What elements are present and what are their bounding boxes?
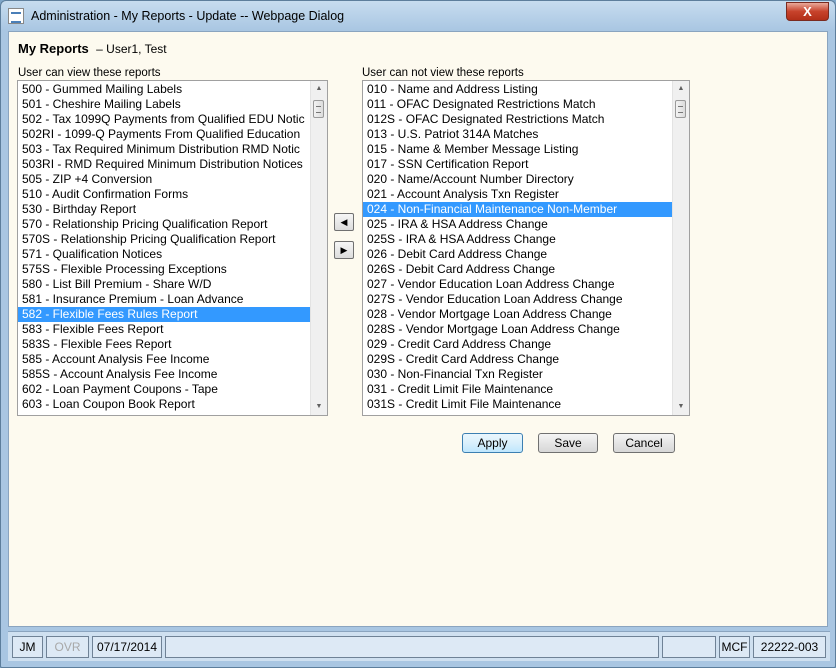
- not-viewable-reports-label: User can not view these reports: [362, 67, 524, 79]
- report-list-item[interactable]: 025S - IRA & HSA Address Change: [363, 232, 672, 247]
- status-bar: JM OVR 07/17/2014 MCF 22222-003: [8, 631, 830, 661]
- report-list-item[interactable]: 500 - Gummed Mailing Labels: [18, 82, 310, 97]
- scroll-thumb[interactable]: [313, 100, 324, 118]
- report-list-item[interactable]: 024 - Non-Financial Maintenance Non-Memb…: [363, 202, 672, 217]
- cancel-button[interactable]: Cancel: [613, 433, 675, 453]
- report-list-item[interactable]: 021 - Account Analysis Txn Register: [363, 187, 672, 202]
- viewable-reports-list[interactable]: 500 - Gummed Mailing Labels 501 - Cheshir…: [17, 80, 328, 416]
- window-title: Administration - My Reports - Update -- …: [31, 9, 345, 23]
- report-list-item[interactable]: 028 - Vendor Mortgage Loan Address Chang…: [363, 307, 672, 322]
- report-list-item[interactable]: 502RI - 1099-Q Payments From Qualified E…: [18, 127, 310, 142]
- report-list-item[interactable]: 030 - Non-Financial Txn Register: [363, 367, 672, 382]
- apply-button[interactable]: Apply: [462, 433, 523, 453]
- report-list-item[interactable]: 575S - Flexible Processing Exceptions: [18, 262, 310, 277]
- report-list-item[interactable]: 026S - Debit Card Address Change: [363, 262, 672, 277]
- dialog-window: Administration - My Reports - Update -- …: [0, 0, 836, 668]
- not-viewable-reports-scrollbar[interactable]: ▲ ▼: [672, 81, 689, 415]
- report-list-item[interactable]: 602 - Loan Payment Coupons - Tape: [18, 382, 310, 397]
- current-user: – User1, Test: [96, 42, 167, 56]
- page-heading: My Reports – User1, Test: [18, 41, 167, 56]
- viewable-reports-items: 500 - Gummed Mailing Labels 501 - Cheshir…: [18, 82, 310, 412]
- report-list-item[interactable]: 031 - Credit Limit File Maintenance: [363, 382, 672, 397]
- status-user-initials: JM: [12, 636, 43, 658]
- not-viewable-reports-items: 010 - Name and Address Listing 011 - OFAC…: [363, 82, 672, 412]
- report-list-item[interactable]: 017 - SSN Certification Report: [363, 157, 672, 172]
- viewable-reports-scrollbar[interactable]: ▲ ▼: [310, 81, 327, 415]
- report-list-item[interactable]: 020 - Name/Account Number Directory: [363, 172, 672, 187]
- arrow-right-icon: ▶: [340, 245, 348, 255]
- dialog-content: My Reports – User1, Test User can view t…: [8, 31, 828, 627]
- report-list-item[interactable]: 011 - OFAC Designated Restrictions Match: [363, 97, 672, 112]
- report-list-item[interactable]: 028S - Vendor Mortgage Loan Address Chan…: [363, 322, 672, 337]
- scroll-up-arrow-icon[interactable]: ▲: [311, 81, 327, 97]
- move-to-viewable-button[interactable]: ◀: [334, 213, 354, 231]
- not-viewable-reports-list[interactable]: 010 - Name and Address Listing 011 - OFAC…: [362, 80, 690, 416]
- report-list-item[interactable]: 031S - Credit Limit File Maintenance: [363, 397, 672, 412]
- move-to-not-viewable-button[interactable]: ▶: [334, 241, 354, 259]
- status-code: 22222-003: [753, 636, 826, 658]
- report-list-item[interactable]: 571 - Qualification Notices: [18, 247, 310, 262]
- report-list-item[interactable]: 010 - Name and Address Listing: [363, 82, 672, 97]
- report-list-item[interactable]: 503RI - RMD Required Minimum Distributio…: [18, 157, 310, 172]
- report-list-item[interactable]: 015 - Name & Member Message Listing: [363, 142, 672, 157]
- report-list-item[interactable]: 582 - Flexible Fees Rules Report: [18, 307, 310, 322]
- scroll-down-arrow-icon[interactable]: ▼: [673, 399, 689, 415]
- report-list-item[interactable]: 585S - Account Analysis Fee Income: [18, 367, 310, 382]
- webpage-dialog-icon: [8, 8, 24, 24]
- report-list-item[interactable]: 012S - OFAC Designated Restrictions Matc…: [363, 112, 672, 127]
- status-date: 07/17/2014: [92, 636, 162, 658]
- scroll-thumb[interactable]: [675, 100, 686, 118]
- report-list-item[interactable]: 027S - Vendor Education Loan Address Cha…: [363, 292, 672, 307]
- report-list-item[interactable]: 025 - IRA & HSA Address Change: [363, 217, 672, 232]
- report-list-item[interactable]: 026 - Debit Card Address Change: [363, 247, 672, 262]
- report-list-item[interactable]: 585 - Account Analysis Fee Income: [18, 352, 310, 367]
- status-extra-field: [662, 636, 716, 658]
- report-list-item[interactable]: 570S - Relationship Pricing Qualificatio…: [18, 232, 310, 247]
- report-list-item[interactable]: 505 - ZIP +4 Conversion: [18, 172, 310, 187]
- report-list-item[interactable]: 027 - Vendor Education Loan Address Chan…: [363, 277, 672, 292]
- report-list-item[interactable]: 580 - List Bill Premium - Share W/D: [18, 277, 310, 292]
- report-list-item[interactable]: 530 - Birthday Report: [18, 202, 310, 217]
- report-list-item[interactable]: 029S - Credit Card Address Change: [363, 352, 672, 367]
- title-bar[interactable]: Administration - My Reports - Update -- …: [1, 1, 835, 31]
- scroll-up-arrow-icon[interactable]: ▲: [673, 81, 689, 97]
- viewable-reports-label: User can view these reports: [18, 67, 161, 79]
- status-message-field: [165, 636, 659, 658]
- save-button[interactable]: Save: [538, 433, 598, 453]
- page-title: My Reports: [18, 41, 89, 56]
- report-list-item[interactable]: 503 - Tax Required Minimum Distribution …: [18, 142, 310, 157]
- report-list-item[interactable]: 581 - Insurance Premium - Loan Advance: [18, 292, 310, 307]
- report-list-item[interactable]: 603 - Loan Coupon Book Report: [18, 397, 310, 412]
- report-list-item[interactable]: 501 - Cheshire Mailing Labels: [18, 97, 310, 112]
- status-system: MCF: [719, 636, 750, 658]
- report-list-item[interactable]: 570 - Relationship Pricing Qualification…: [18, 217, 310, 232]
- report-list-item[interactable]: 502 - Tax 1099Q Payments from Qualified …: [18, 112, 310, 127]
- report-list-item[interactable]: 583 - Flexible Fees Report: [18, 322, 310, 337]
- arrow-left-icon: ◀: [340, 217, 348, 227]
- report-list-item[interactable]: 029 - Credit Card Address Change: [363, 337, 672, 352]
- status-overwrite-indicator: OVR: [46, 636, 89, 658]
- report-list-item[interactable]: 013 - U.S. Patriot 314A Matches: [363, 127, 672, 142]
- report-list-item[interactable]: 510 - Audit Confirmation Forms: [18, 187, 310, 202]
- close-button[interactable]: X: [786, 2, 829, 21]
- scroll-down-arrow-icon[interactable]: ▼: [311, 399, 327, 415]
- report-list-item[interactable]: 583S - Flexible Fees Report: [18, 337, 310, 352]
